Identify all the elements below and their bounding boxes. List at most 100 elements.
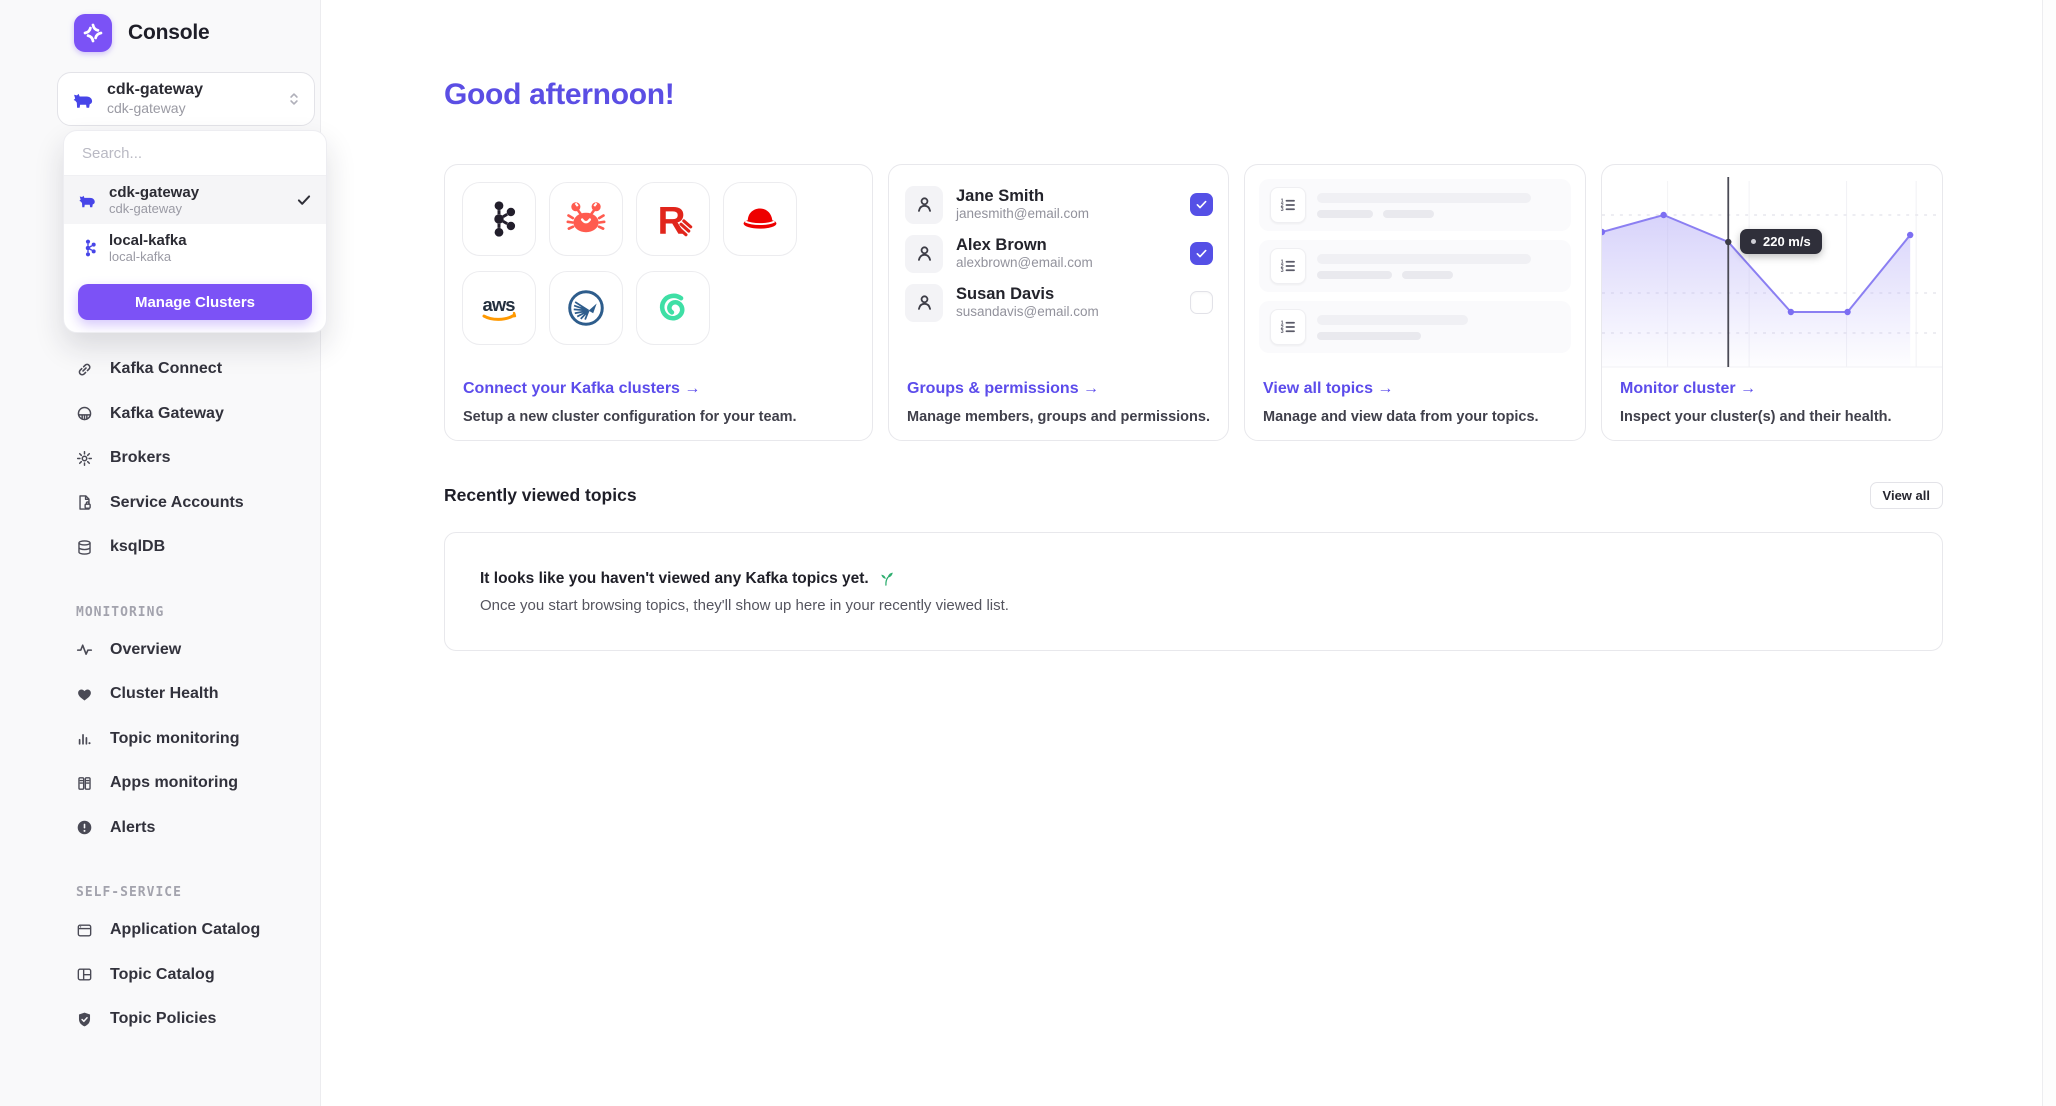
sidebar-item-brokers[interactable]: Brokers — [0, 436, 319, 481]
sidebar-item-alerts[interactable]: Alerts — [0, 806, 319, 851]
sidebar-item-topic-monitoring[interactable]: Topic monitoring — [0, 717, 319, 762]
view-topics-subtitle: Manage and view data from your topics. — [1263, 409, 1539, 425]
spiral-logo — [652, 287, 694, 329]
alert-icon — [76, 819, 93, 836]
activity-icon — [76, 641, 93, 658]
sidebar-item-overview[interactable]: Overview — [0, 628, 319, 673]
sidebar-item-ksqldb[interactable]: ksqlDB — [0, 525, 319, 570]
cluster-options: cdk-gateway cdk-gateway local-kafka loca… — [64, 176, 326, 272]
cluster-sparkline-chart: 220 m/s — [1602, 177, 1942, 377]
logo-tile-kafka-logo[interactable] — [462, 182, 536, 256]
gateway-dog-icon — [78, 190, 98, 210]
member-row-susan-davis: Susan Davis susandavis@email.com — [905, 278, 1213, 327]
cluster-name: cdk-gateway — [107, 81, 286, 99]
nav-section-monitoring: MONITORING — [0, 580, 319, 628]
skeleton-bar — [1402, 271, 1453, 279]
ordered-list-icon — [1270, 248, 1306, 284]
page-scrollbar[interactable] — [2042, 0, 2056, 1106]
link-icon — [76, 361, 93, 378]
cluster-dropdown: cdk-gateway cdk-gateway local-kafka loca… — [63, 130, 327, 333]
manage-clusters-button[interactable]: Manage Clusters — [78, 284, 312, 320]
recently-viewed-empty-state: It looks like you haven't viewed any Kaf… — [444, 532, 1943, 651]
card-view-topics: View all topics → Manage and view data f… — [1244, 164, 1586, 441]
recently-viewed-title: Recently viewed topics — [444, 485, 637, 506]
topic-skeleton-row — [1259, 301, 1571, 353]
cluster-selector[interactable]: cdk-gateway cdk-gateway — [57, 72, 315, 126]
ordered-list-icon — [1270, 309, 1306, 345]
logo-tile-redhat-logo[interactable] — [723, 182, 797, 256]
app-brand[interactable]: Console — [74, 14, 209, 52]
members-list: Jane Smith janesmith@email.com Alex Brow… — [905, 180, 1213, 327]
sidebar-item-application-catalog[interactable]: Application Catalog — [0, 908, 319, 953]
sidebar-item-topic-policies[interactable]: Topic Policies — [0, 997, 319, 1042]
skeleton-bar — [1317, 315, 1468, 325]
nav-section-self-service: SELF-SERVICE — [0, 860, 319, 908]
check-icon — [1195, 198, 1208, 211]
cluster-search — [64, 131, 326, 176]
empty-state-subtitle: Once you start browsing topics, they'll … — [480, 597, 1942, 614]
cluster-subtitle: cdk-gateway — [107, 100, 286, 117]
member-checkbox-checked[interactable] — [1190, 242, 1213, 265]
cluster-option-local-kafka[interactable]: local-kafka local-kafka — [64, 224, 326, 272]
view-all-button[interactable]: View all — [1870, 482, 1943, 509]
ordered-list-icon — [1270, 187, 1306, 223]
sidebar-item-apps-monitoring[interactable]: Apps monitoring — [0, 761, 319, 806]
layout-icon — [76, 966, 93, 983]
check-icon — [296, 192, 312, 208]
connect-clusters-link[interactable]: Connect your Kafka clusters → — [463, 380, 700, 398]
skeleton-bar — [1383, 210, 1434, 218]
view-topics-link[interactable]: View all topics → — [1263, 380, 1393, 398]
heart-icon — [76, 686, 93, 703]
sidebar-item-topic-catalog[interactable]: Topic Catalog — [0, 953, 319, 998]
logo-tile-turbine-logo[interactable] — [549, 271, 623, 345]
topic-skeleton-row — [1259, 179, 1571, 231]
member-row-alex-brown: Alex Brown alexbrown@email.com — [905, 229, 1213, 278]
database-icon — [76, 539, 93, 556]
servers-icon — [76, 775, 93, 792]
sidebar-item-service-accounts[interactable]: Service Accounts — [0, 481, 319, 526]
groups-permissions-link[interactable]: Groups & permissions → — [907, 380, 1099, 398]
chevron-updown-icon — [286, 91, 302, 107]
skeleton-bar — [1317, 210, 1373, 218]
card-connect-clusters: Connect your Kafka clusters → Setup a ne… — [444, 164, 873, 441]
logo-tile-spiral-logo[interactable] — [636, 271, 710, 345]
main-content: Good afternoon! Connect your Kafka clust… — [321, 0, 2043, 1106]
console-logo-icon — [74, 14, 112, 52]
redhat-logo — [739, 198, 781, 240]
tooltip-dot-icon — [1751, 239, 1756, 244]
recently-viewed-section: Recently viewed topics View all It looks… — [444, 482, 1943, 651]
logo-tile-aiven-crab-logo[interactable] — [549, 182, 623, 256]
file-lock-icon — [76, 494, 93, 511]
sidebar-item-kafka-connect[interactable]: Kafka Connect — [0, 347, 319, 392]
kafka-logo — [478, 198, 520, 240]
groups-permissions-subtitle: Manage members, groups and permissions. — [907, 409, 1210, 425]
shield-check-icon — [76, 1011, 93, 1028]
empty-state-title: It looks like you haven't viewed any Kaf… — [480, 570, 869, 588]
cluster-logos — [462, 182, 795, 345]
cards-row: Connect your Kafka clusters → Setup a ne… — [444, 164, 1943, 441]
member-checkbox-checked[interactable] — [1190, 193, 1213, 216]
logo-tile-aws-logo[interactable] — [462, 271, 536, 345]
redpanda-logo — [652, 198, 694, 240]
sidebar-item-cluster-health[interactable]: Cluster Health — [0, 672, 319, 717]
bar-chart-icon — [76, 730, 93, 747]
check-icon — [1195, 247, 1208, 260]
tooltip-value: 220 m/s — [1763, 234, 1811, 249]
person-icon — [905, 186, 943, 224]
logo-tile-redpanda-logo[interactable] — [636, 182, 710, 256]
person-icon — [905, 235, 943, 273]
topic-skeleton-row — [1259, 240, 1571, 292]
skeleton-bar — [1317, 332, 1421, 340]
card-groups-permissions: Jane Smith janesmith@email.com Alex Brow… — [888, 164, 1229, 441]
member-checkbox-unchecked[interactable] — [1190, 291, 1213, 314]
sidebar-item-kafka-gateway[interactable]: Kafka Gateway — [0, 392, 319, 437]
cluster-option-cdk-gateway[interactable]: cdk-gateway cdk-gateway — [64, 176, 326, 224]
member-row-jane-smith: Jane Smith janesmith@email.com — [905, 180, 1213, 229]
monitor-cluster-link[interactable]: Monitor cluster → — [1620, 380, 1756, 398]
connect-clusters-subtitle: Setup a new cluster configuration for yo… — [463, 409, 797, 425]
sidebar-nav: Kafka Connect Kafka Gateway Brokers Serv… — [0, 347, 319, 1042]
kafka-icon — [78, 238, 98, 258]
skeleton-bar — [1317, 254, 1531, 264]
search-input[interactable] — [80, 144, 310, 163]
helmet-icon — [76, 405, 93, 422]
